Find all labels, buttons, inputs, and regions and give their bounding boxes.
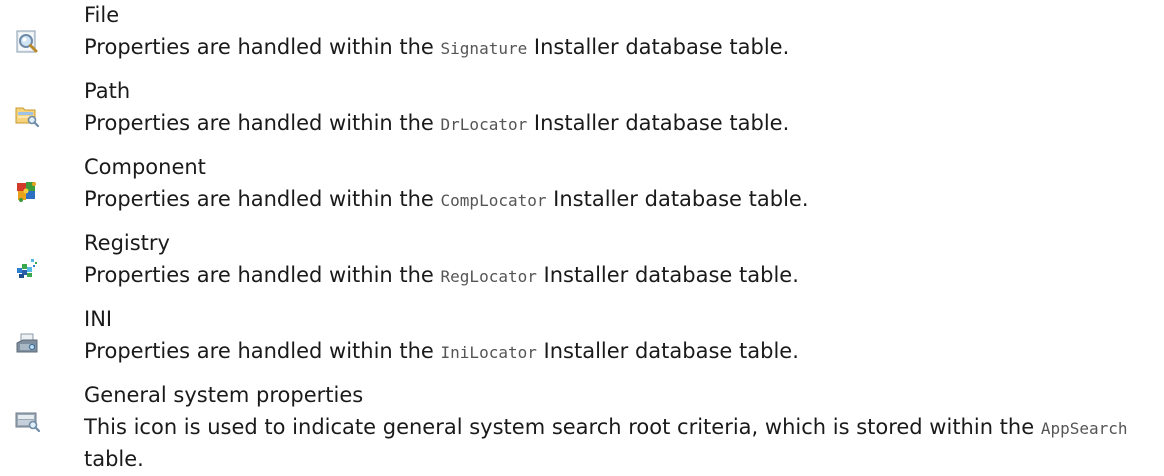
entry-description: Properties are handled within the RegLoc… (84, 263, 799, 287)
table-name: CompLocator (440, 191, 547, 210)
definition-list: File Properties are handled within the S… (0, 0, 1164, 476)
table-name: RegLocator (440, 267, 537, 286)
entry-description: Properties are handled within the CompLo… (84, 187, 809, 211)
table-name: AppSearch (1040, 419, 1128, 438)
system-search-icon (14, 409, 40, 433)
entry-description: Properties are handled within the Signat… (84, 35, 790, 59)
entry-term: Path (84, 79, 131, 103)
entry-term: INI (84, 307, 113, 331)
table-name: Signature (440, 39, 528, 58)
ini-file-icon (14, 332, 40, 356)
entry-description: Properties are handled within the IniLoc… (84, 339, 799, 363)
folder-search-icon (14, 104, 40, 128)
entry-term: File (84, 3, 120, 27)
entry-term: Registry (84, 231, 170, 255)
entry-description: Properties are handled within the DrLoca… (84, 111, 790, 135)
component-icon (14, 180, 40, 204)
file-search-icon (14, 30, 40, 54)
registry-icon (14, 256, 40, 280)
table-name: DrLocator (440, 115, 528, 134)
table-name: IniLocator (440, 343, 537, 362)
entry-description: This icon is used to indicate general sy… (84, 415, 1128, 471)
entry-term: General system properties (84, 383, 364, 407)
entry-term: Component (84, 155, 206, 179)
